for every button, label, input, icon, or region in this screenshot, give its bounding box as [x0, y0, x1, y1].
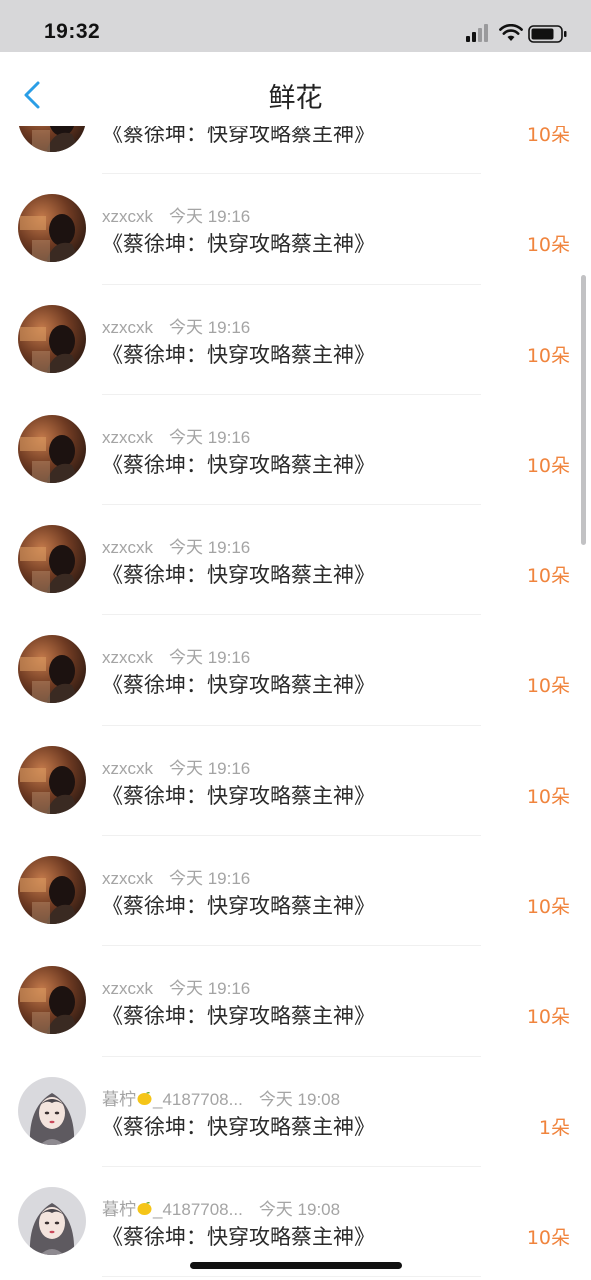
meta-line: xzxcxk 今天 19:16 — [102, 864, 250, 889]
list-item[interactable]: xzxcxk 今天 19:16 《蔡徐坤：快穿攻略蔡主神》 10朵 — [0, 726, 591, 837]
avatar[interactable] — [18, 304, 86, 373]
username: xzxcxk — [102, 428, 153, 447]
list-item[interactable]: xzxcxk 今天 19:16 《蔡徐坤：快穿攻略蔡主神》 10朵 — [0, 395, 591, 506]
flower-count: 10朵 — [526, 896, 570, 919]
scrollbar[interactable] — [581, 275, 586, 545]
avatar[interactable] — [18, 856, 86, 925]
avatar[interactable] — [18, 745, 86, 814]
flower-count: 10朵 — [526, 785, 570, 808]
username: xzxcxk — [102, 207, 153, 226]
username: 暮柠 _4187708... — [102, 1090, 243, 1109]
book-title: 《蔡徐坤：快穿攻略蔡主神》 — [102, 1114, 375, 1139]
timestamp: 今天 19:16 — [169, 979, 251, 999]
username: xzxcxk — [102, 318, 153, 337]
lemon-icon — [136, 1090, 153, 1107]
meta-line: xzxcxk 今天 19:16 — [102, 313, 250, 338]
flower-count: 10朵 — [526, 675, 570, 698]
book-title: 《蔡徐坤：快穿攻略蔡主神》 — [102, 1004, 375, 1029]
avatar[interactable] — [18, 525, 86, 594]
timestamp: 今天 19:08 — [258, 1089, 341, 1109]
username: xzxcxk — [102, 869, 153, 888]
username-text: xzxcxk — [102, 869, 153, 889]
username-text: xzxcxk — [102, 758, 153, 778]
avatar[interactable] — [18, 1076, 86, 1145]
username-suffix: _4187708... — [153, 1199, 243, 1219]
book-title: 《蔡徐坤：快穿攻略蔡主神》 — [102, 783, 375, 808]
username-text: xzxcxk — [102, 427, 153, 447]
avatar[interactable] — [18, 1186, 86, 1255]
flower-count: 10朵 — [526, 234, 570, 257]
flower-count: 10朵 — [526, 565, 570, 588]
book-title: 《蔡徐坤：快穿攻略蔡主神》 — [102, 673, 375, 698]
meta-line: xzxcxk 今天 19:16 — [102, 974, 250, 999]
lemon-icon — [136, 1200, 153, 1217]
username: 暮柠 _4187708... — [102, 1200, 243, 1219]
flower-count: 10朵 — [526, 1226, 570, 1249]
status-time: 19:32 — [44, 20, 101, 43]
username-suffix: _4187708... — [153, 1089, 243, 1109]
list-item[interactable]: xzxcxk 今天 19:16 《蔡徐坤：快穿攻略蔡主神》 10朵 — [0, 946, 591, 1057]
cellular-signal-icon — [466, 24, 488, 42]
username-text: xzxcxk — [102, 207, 153, 227]
list-item[interactable]: xzxcxk 今天 19:16 《蔡徐坤：快穿攻略蔡主神》 10朵 — [0, 174, 591, 285]
avatar[interactable] — [18, 194, 86, 263]
username-text: 暮柠 — [102, 1089, 136, 1109]
avatar[interactable] — [18, 635, 86, 704]
username-text: xzxcxk — [102, 648, 153, 668]
username: xzxcxk — [102, 979, 153, 998]
list-item[interactable]: xzxcxk 今天 19:16 《蔡徐坤：快穿攻略蔡主神》 10朵 — [0, 615, 591, 726]
book-title: 《蔡徐坤：快穿攻略蔡主神》 — [102, 894, 375, 919]
divider — [102, 1276, 481, 1278]
book-title: 《蔡徐坤：快穿攻略蔡主神》 — [102, 452, 375, 477]
page-title: 鲜花 — [268, 83, 323, 114]
username-text: xzxcxk — [102, 538, 153, 558]
timestamp: 今天 19:16 — [169, 758, 251, 778]
list-item[interactable]: 暮柠 _4187708... 今天 19:08 《蔡徐坤：快穿攻略蔡主神》 1朵 — [0, 1057, 591, 1167]
timestamp: 今天 19:16 — [169, 317, 251, 337]
book-title: 《蔡徐坤：快穿攻略蔡主神》 — [102, 563, 375, 588]
timestamp: 今天 19:08 — [258, 1199, 341, 1219]
timestamp: 今天 19:16 — [169, 538, 251, 558]
meta-line: xzxcxk 今天 19:16 — [102, 533, 250, 558]
meta-line: xzxcxk 今天 19:16 — [102, 423, 250, 448]
username-text: xzxcxk — [102, 979, 153, 999]
username: xzxcxk — [102, 538, 153, 557]
meta-line: xzxcxk 今天 19:16 — [102, 202, 250, 227]
list-item[interactable]: xzxcxk 今天 19:16 《蔡徐坤：快穿攻略蔡主神》 10朵 — [0, 836, 591, 947]
meta-line: 暮柠 _4187708... 今天 19:08 — [102, 1085, 340, 1110]
timestamp: 今天 19:16 — [169, 648, 251, 668]
meta-line: xzxcxk 今天 19:16 — [102, 754, 250, 779]
battery-icon — [528, 25, 567, 43]
flower-count: 10朵 — [526, 344, 570, 367]
meta-line: 暮柠 _4187708... 今天 19:08 — [102, 1195, 340, 1220]
username-text: 暮柠 — [102, 1199, 136, 1219]
navigation-bar: 鲜花 — [0, 52, 591, 126]
list-item[interactable]: 暮柠 _4187708... 今天 19:08 《蔡徐坤：快穿攻略蔡主神》 10朵 — [0, 1167, 591, 1278]
list-item[interactable]: xzxcxk 今天 19:16 《蔡徐坤：快穿攻略蔡主神》 10朵 — [0, 505, 591, 616]
flower-count: 1朵 — [538, 1116, 570, 1139]
flower-count: 10朵 — [526, 454, 570, 477]
flower-list: 《蔡徐坤：快穿攻略蔡主神》 10朵 xzxcxk 今天 19:16 《蔡徐坤：快穿攻略… — [0, 64, 591, 1278]
home-indicator[interactable] — [190, 1262, 402, 1269]
timestamp: 今天 19:16 — [169, 869, 251, 889]
timestamp: 今天 19:16 — [169, 427, 251, 447]
avatar[interactable] — [18, 414, 86, 483]
username-text: xzxcxk — [102, 317, 153, 337]
list-item[interactable]: xzxcxk 今天 19:16 《蔡徐坤：快穿攻略蔡主神》 10朵 — [0, 285, 591, 395]
username: xzxcxk — [102, 648, 153, 667]
username: xzxcxk — [102, 759, 153, 778]
book-title: 《蔡徐坤：快穿攻略蔡主神》 — [102, 232, 375, 257]
avatar[interactable] — [18, 966, 86, 1035]
status-bar: 19:32 — [0, 0, 591, 52]
book-title: 《蔡徐坤：快穿攻略蔡主神》 — [102, 342, 375, 367]
wifi-icon — [499, 24, 523, 41]
timestamp: 今天 19:16 — [169, 207, 251, 227]
book-title: 《蔡徐坤：快穿攻略蔡主神》 — [102, 1224, 375, 1249]
flower-count: 10朵 — [526, 1006, 570, 1029]
meta-line: xzxcxk 今天 19:16 — [102, 643, 250, 668]
